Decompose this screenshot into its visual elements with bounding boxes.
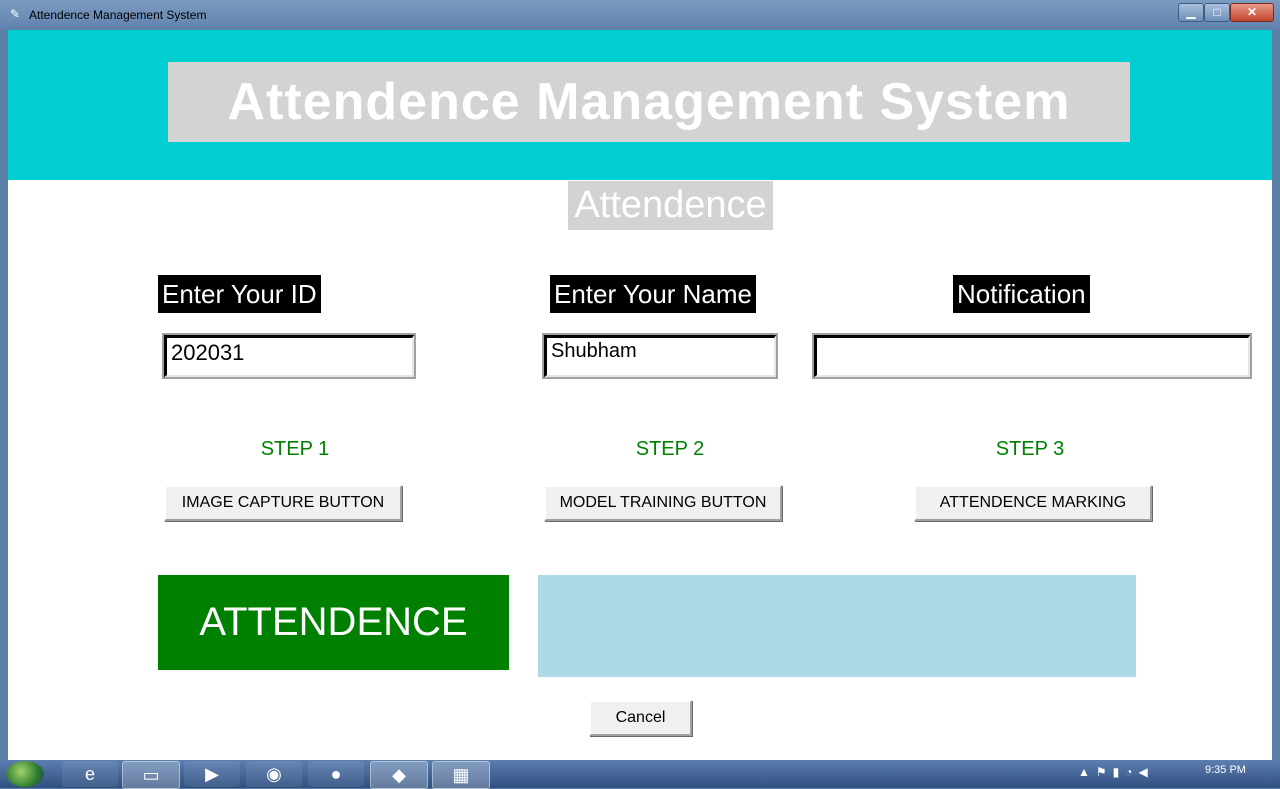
start-button[interactable] xyxy=(6,761,44,787)
name-label: Enter Your Name xyxy=(550,275,757,313)
internet-explorer-icon[interactable]: e xyxy=(62,761,118,787)
id-label: Enter Your ID xyxy=(158,275,321,313)
image-capture-button[interactable]: IMAGE CAPTURE BUTTON xyxy=(164,485,402,521)
id-input[interactable]: 202031 xyxy=(162,333,416,379)
firefox-icon[interactable]: ● xyxy=(308,761,364,787)
window-titlebar[interactable]: ✎ Attendence Management System ▁ □ ✕ xyxy=(0,0,1280,30)
window-title: Attendence Management System xyxy=(29,8,207,22)
header-banner: Attendence Management System xyxy=(8,30,1272,180)
taskbar: e ▭ ▶ ◉ ● ◆ ▦ ▲⚑▮◔◀ 9:35 PM xyxy=(0,760,1280,789)
step-3-label: STEP 3 xyxy=(995,438,1065,460)
step-1-label: STEP 1 xyxy=(260,438,330,460)
attendence-message-box xyxy=(538,575,1136,677)
model-training-button[interactable]: MODEL TRAINING BUTTON xyxy=(544,485,782,521)
system-tray[interactable]: ▲⚑▮◔◀ xyxy=(1078,765,1154,779)
close-button[interactable]: ✕ xyxy=(1230,3,1274,22)
name-input[interactable]: Shubham xyxy=(542,333,778,379)
chrome-icon[interactable]: ◉ xyxy=(246,761,302,787)
page-subheading: Attendence xyxy=(568,181,773,230)
app-window: Attendence Management System Attendence … xyxy=(8,30,1272,760)
maximize-button[interactable]: □ xyxy=(1204,3,1230,22)
media-player-icon[interactable]: ▶ xyxy=(184,761,240,787)
attendence-title-box: ATTENDENCE xyxy=(158,575,509,670)
cancel-button[interactable]: Cancel xyxy=(589,700,692,736)
vscode-icon[interactable]: ◆ xyxy=(370,761,428,789)
folder-icon[interactable]: ▭ xyxy=(122,761,180,789)
step-2-label: STEP 2 xyxy=(635,438,705,460)
notification-label: Notification xyxy=(953,275,1090,313)
python-icon[interactable]: ▦ xyxy=(432,761,490,789)
app-title: Attendence Management System xyxy=(168,62,1130,142)
minimize-button[interactable]: ▁ xyxy=(1178,3,1204,22)
notification-field[interactable] xyxy=(812,333,1252,379)
attendence-marking-button[interactable]: ATTENDENCE MARKING xyxy=(914,485,1152,521)
app-feather-icon: ✎ xyxy=(10,7,21,21)
taskbar-clock[interactable]: 9:35 PM xyxy=(1205,764,1275,776)
